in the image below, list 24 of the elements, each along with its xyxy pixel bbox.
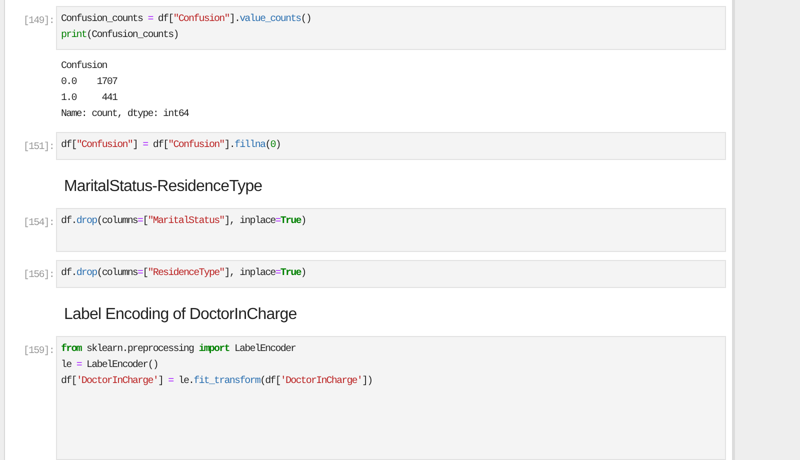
cell-prompt: [156]: [22,268,55,283]
code-cell[interactable]: from sklearn.preprocessing import LabelEncoder le = LabelEncoder() df['DoctorInCharge'] = le.fit_transform(df['DoctorInCharge']) [56,336,726,460]
cell-prompt: [151]: [22,140,55,155]
code-line: le = LabelEncoder() [61,358,159,373]
cell-prompt: [154]: [22,216,55,231]
cell-prompt: [149]: [22,14,55,29]
code-line: print(Confusion_counts) [61,28,180,43]
cell-prompt: [159]: [22,344,55,359]
output-line: 1.0 441 [61,92,118,106]
code-cell[interactable]: df.drop(columns=["ResidenceType"], inplace=True) [56,260,726,288]
output-line: Name: count, dtype: int64 [61,108,189,122]
code-line: df.drop(columns=["ResidenceType"], inplace=True) [61,266,307,281]
section-heading: Label Encoding of DoctorInCharge [64,305,297,325]
code-line: Confusion_counts = df["Confusion"].value_counts() [61,12,312,27]
code-cell[interactable]: df["Confusion"] = df["Confusion"].fillna(0) [56,132,726,160]
code-line: df.drop(columns=["MaritalStatus"], inplace=True) [61,214,307,229]
code-cell[interactable]: df.drop(columns=["MaritalStatus"], inplace=True) [56,208,726,252]
output-line: 0.0 1707 [61,76,118,90]
code-cell[interactable]: Confusion_counts = df["Confusion"].value_counts() print(Confusion_counts) [56,6,726,50]
section-heading: MaritalStatus-ResidenceType [64,177,262,197]
code-line: from sklearn.preprocessing import LabelEncoder [61,342,297,357]
code-line: df['DoctorInCharge'] = le.fit_transform(df['DoctorInCharge']) [61,374,374,389]
output-line: Confusion [61,60,108,74]
code-line: df["Confusion"] = df["Confusion"].fillna(0) [61,138,282,153]
